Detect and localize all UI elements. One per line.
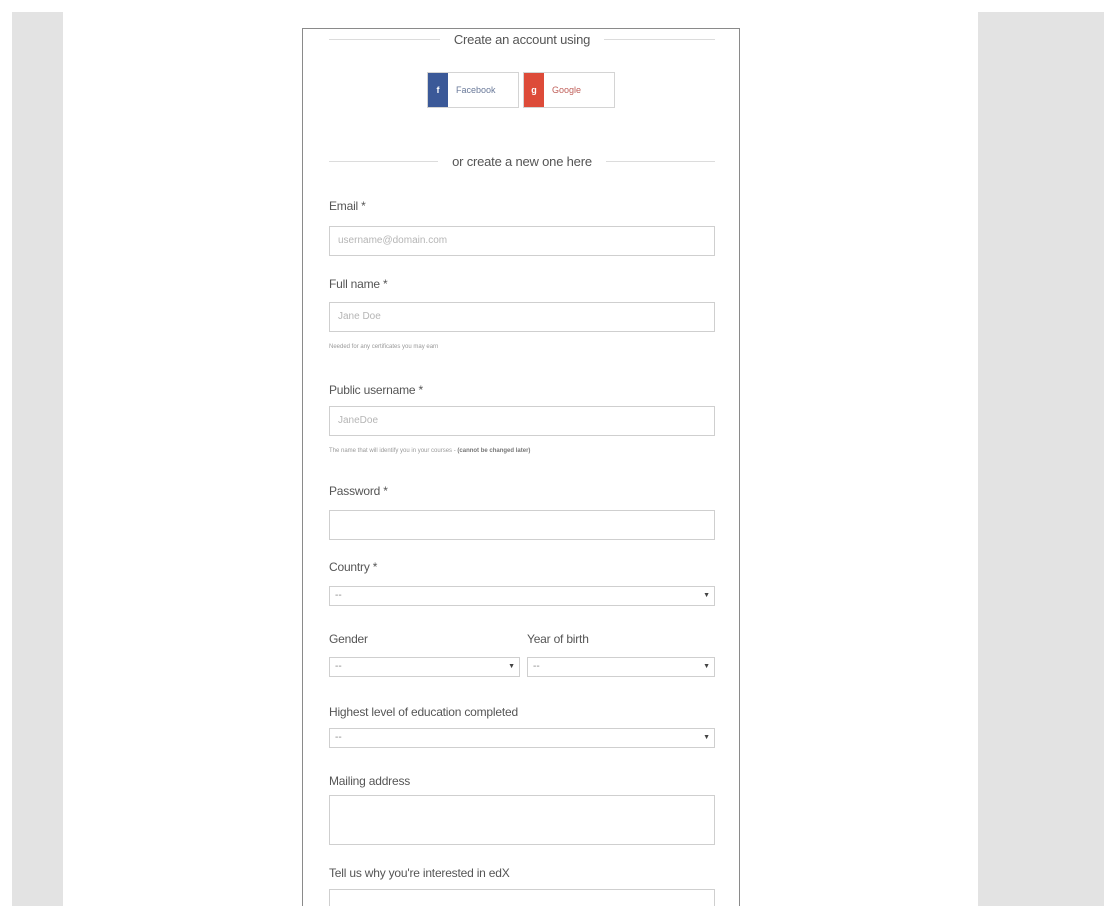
- full-name-field[interactable]: Jane Doe: [329, 302, 715, 332]
- full-name-label: Full name *: [329, 277, 388, 291]
- username-help-emphasis: (cannot be changed later): [457, 448, 531, 454]
- country-select[interactable]: -- ▼: [329, 586, 715, 606]
- divider-line: [329, 160, 439, 162]
- chevron-down-icon: ▼: [703, 734, 710, 741]
- education-select[interactable]: -- ▼: [329, 728, 715, 748]
- left-margin: [0, 0, 63, 906]
- divider-line: [329, 38, 440, 40]
- country-selected-value: --: [335, 590, 342, 601]
- goals-field[interactable]: [329, 889, 715, 906]
- chevron-down-icon: ▼: [703, 663, 710, 670]
- gender-selected-value: --: [335, 661, 342, 672]
- registration-panel: Create an account using f Facebook g Goo…: [302, 28, 740, 906]
- google-icon: g: [524, 73, 544, 107]
- username-label: Public username *: [329, 383, 423, 397]
- mailing-address-label: Mailing address: [329, 774, 411, 788]
- mailing-address-field[interactable]: [329, 795, 715, 845]
- education-selected-value: --: [335, 732, 342, 743]
- chevron-down-icon: ▼: [508, 663, 515, 670]
- divider-line: [605, 160, 715, 162]
- gender-label: Gender: [329, 632, 368, 646]
- new-account-divider: or create a new one here: [329, 151, 715, 171]
- username-field[interactable]: JaneDoe: [329, 406, 715, 436]
- social-heading: Create an account using: [329, 29, 716, 49]
- facebook-button[interactable]: f Facebook: [427, 72, 519, 108]
- facebook-icon: f: [428, 73, 448, 107]
- facebook-label: Facebook: [456, 85, 496, 95]
- email-label: Email *: [329, 199, 366, 213]
- goals-label: Tell us why you're interested in edX: [329, 866, 510, 880]
- gender-select[interactable]: -- ▼: [329, 657, 520, 677]
- left-gutter: [12, 12, 63, 906]
- username-help: The name that will identify you in your …: [329, 448, 530, 454]
- google-button[interactable]: g Google: [523, 72, 615, 108]
- full-name-help: Needed for any certificates you may earn: [329, 344, 439, 350]
- chevron-down-icon: ▼: [703, 592, 710, 599]
- year-of-birth-label: Year of birth: [527, 632, 589, 646]
- google-label: Google: [552, 85, 582, 95]
- password-label: Password *: [329, 484, 388, 498]
- year-of-birth-select[interactable]: -- ▼: [527, 657, 715, 677]
- username-help-text: The name that will identify you in your …: [329, 448, 458, 454]
- right-gutter: [978, 12, 1104, 906]
- new-account-divider-text: or create a new one here: [452, 153, 592, 169]
- country-label: Country *: [329, 560, 378, 574]
- year-of-birth-selected-value: --: [533, 661, 540, 672]
- divider-line: [604, 38, 716, 40]
- email-field[interactable]: username@domain.com: [329, 226, 715, 256]
- social-heading-text: Create an account using: [453, 31, 591, 47]
- password-field[interactable]: [329, 510, 715, 540]
- education-label: Highest level of education completed: [329, 705, 518, 719]
